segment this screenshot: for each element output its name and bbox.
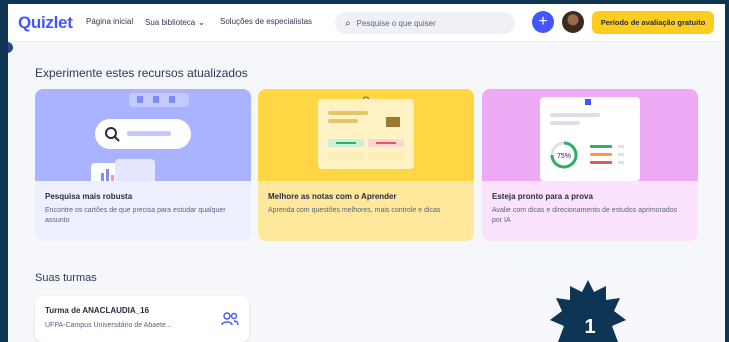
class-name: Turma de ANACLAUDIA_16 bbox=[45, 306, 150, 315]
nav-home[interactable]: Página inicial bbox=[86, 17, 133, 26]
feature-card-search[interactable]: Pesquisa mais robusta Encontre os cartõe… bbox=[35, 89, 251, 241]
test-illustration: 75% bbox=[482, 89, 698, 181]
quizlet-logo[interactable]: Quizlet bbox=[18, 13, 73, 33]
free-trial-button[interactable]: Período de avaliação gratuito bbox=[592, 11, 714, 34]
avatar[interactable] bbox=[562, 11, 584, 33]
nav-library[interactable]: Sua biblioteca bbox=[145, 17, 205, 28]
card-description: Avalie com dicas e direcionamento de est… bbox=[492, 207, 678, 224]
side-marker bbox=[8, 40, 15, 55]
classes-title: Suas turmas bbox=[35, 272, 97, 284]
card-title: Esteja pronto para a prova bbox=[492, 192, 593, 201]
card-title: Melhore as notas com o Aprender bbox=[268, 192, 397, 201]
learn-illustration bbox=[258, 89, 474, 181]
features-title: Experimente estes recursos atualizados bbox=[35, 66, 248, 80]
card-description: Aprenda com questões melhores, mais cont… bbox=[268, 207, 441, 214]
search-input[interactable]: ⌕ Pesquise o que quiser bbox=[335, 12, 515, 34]
people-icon bbox=[221, 312, 239, 326]
feature-card-test[interactable]: 75% Esteja pronto para a prova Avalie co… bbox=[482, 89, 698, 241]
create-button[interactable]: + bbox=[532, 11, 554, 33]
nav-expert-solutions[interactable]: Soluções de especialistas bbox=[220, 17, 312, 26]
feature-card-learn[interactable]: Melhore as notas com o Aprender Aprenda … bbox=[258, 89, 474, 241]
search-icon: ⌕ bbox=[345, 17, 351, 29]
search-placeholder: Pesquise o que quiser bbox=[356, 18, 436, 28]
class-school: UFPA-Campus Universitário de Abaete... bbox=[45, 322, 172, 329]
step-badge-number: 1 bbox=[584, 316, 596, 338]
progress-label: 75% bbox=[557, 153, 571, 160]
class-card[interactable]: Turma de ANACLAUDIA_16 UFPA-Campus Unive… bbox=[35, 296, 249, 342]
top-bar: Quizlet Página inicial Sua biblioteca So… bbox=[8, 4, 725, 42]
card-title: Pesquisa mais robusta bbox=[45, 192, 133, 201]
search-illustration bbox=[35, 89, 251, 181]
card-description: Encontre os cartões de que precisa para … bbox=[45, 207, 226, 224]
